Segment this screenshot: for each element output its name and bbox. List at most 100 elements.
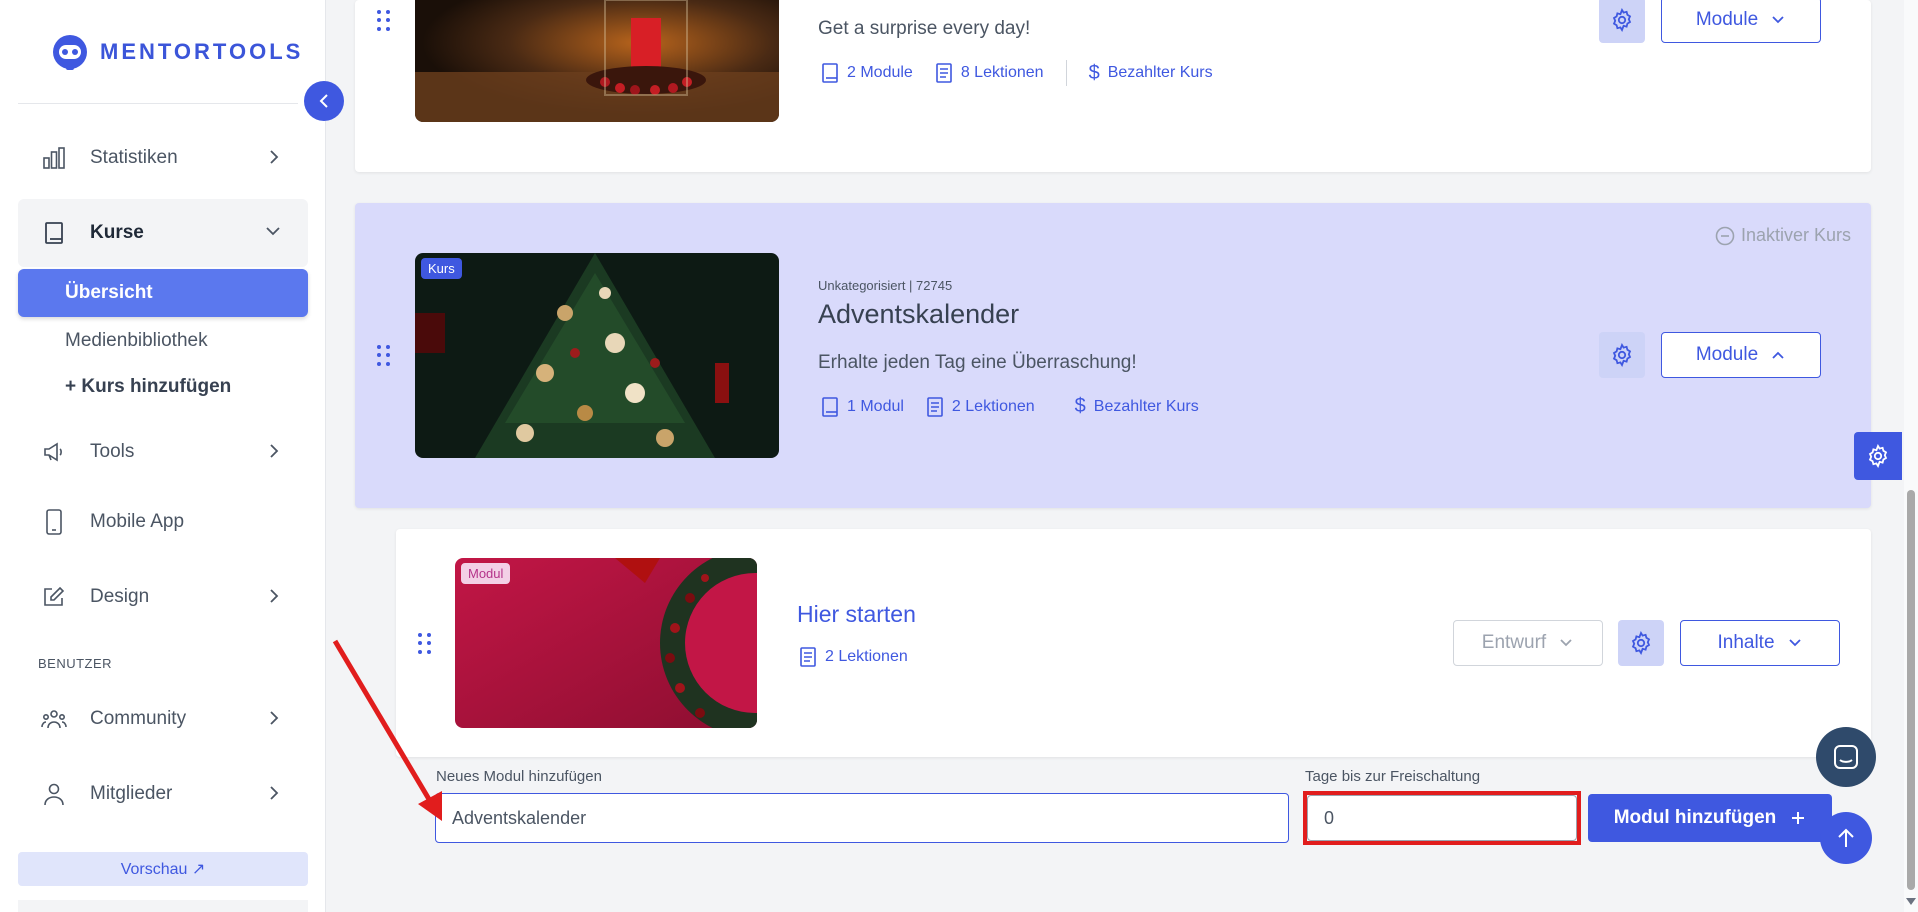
- unlock-days-input[interactable]: [1307, 795, 1577, 841]
- sidebar-item-community[interactable]: Community: [18, 685, 308, 753]
- sidebar-item-mobile-app[interactable]: Mobile App: [18, 488, 308, 556]
- course-modules-button[interactable]: Module: [1661, 332, 1821, 378]
- chevron-down-icon: [1772, 16, 1784, 24]
- scrollbar-thumb[interactable]: [1907, 490, 1915, 890]
- course-modules-count: 1 Modul: [821, 396, 904, 417]
- sidebar-item-label: Kurse: [90, 222, 144, 243]
- sidebar-item-tools[interactable]: Tools: [18, 418, 308, 486]
- robot-logo-icon: [53, 35, 87, 70]
- brand-name: MENTORTOOLS: [100, 39, 304, 64]
- sidebar-item-label: Statistiken: [90, 147, 178, 168]
- dollar-icon: $: [1074, 395, 1086, 417]
- sidebar-item-statistiken[interactable]: Statistiken: [18, 124, 308, 192]
- book-icon: [822, 396, 838, 417]
- module-meta: 2 Lektionen: [799, 647, 930, 667]
- course-card: Get a surprise every day! 2 Module 8 Lek…: [355, 0, 1871, 172]
- sidebar-subitem-label: Übersicht: [65, 282, 153, 303]
- scroll-down-arrow-icon[interactable]: [1906, 898, 1916, 906]
- preview-button[interactable]: Vorschau ↗: [18, 852, 308, 886]
- module-status-dropdown[interactable]: Entwurf: [1453, 620, 1603, 666]
- module-contents-button[interactable]: Inhalte: [1680, 620, 1840, 666]
- sidebar-subitem-kurs-hinzufuegen[interactable]: + Kurs hinzufügen: [18, 363, 308, 411]
- floating-settings-button[interactable]: [1854, 432, 1902, 480]
- module-title[interactable]: Hier starten: [797, 601, 916, 628]
- sidebar-item-design[interactable]: Design: [18, 563, 308, 631]
- book-icon: [40, 219, 68, 247]
- sidebar-subitem-uebersicht[interactable]: Übersicht: [18, 269, 308, 317]
- chevron-left-icon: [319, 94, 328, 108]
- course-thumbnail[interactable]: Kurs: [415, 253, 779, 458]
- pencil-icon: [40, 583, 68, 611]
- gear-icon: [1631, 631, 1651, 655]
- scrollbar[interactable]: [1904, 0, 1918, 912]
- course-thumbnail[interactable]: [415, 0, 779, 122]
- chevron-right-icon: [270, 589, 279, 603]
- gear-icon: [1612, 343, 1632, 367]
- course-meta: 1 Modul 2 Lektionen $ Bezahlter Kurs: [821, 395, 1221, 418]
- course-lessons-count: 2 Lektionen: [926, 396, 1035, 417]
- drag-handle-icon[interactable]: [377, 345, 391, 367]
- module-badge: Modul: [461, 563, 511, 584]
- chat-button[interactable]: [1816, 727, 1876, 787]
- mobile-icon: [40, 508, 68, 536]
- module-settings-button[interactable]: [1618, 620, 1664, 666]
- annotation-arrow: [332, 639, 442, 821]
- course-modules-count: 2 Module: [821, 63, 913, 83]
- sidebar-subitem-label: Medienbibliothek: [65, 330, 208, 351]
- chevron-right-icon: [270, 150, 279, 164]
- preview-button-label: Vorschau ↗: [120, 861, 206, 878]
- course-category: Unkategorisiert | 72745: [818, 278, 953, 293]
- course-type-badge: Kurs: [421, 258, 462, 279]
- add-module-button[interactable]: Modul hinzufügen: [1588, 794, 1832, 842]
- sidebar-item-mitglieder[interactable]: Mitglieder: [18, 760, 308, 828]
- chevron-right-icon: [270, 786, 279, 800]
- chevron-right-icon: [270, 444, 279, 458]
- sidebar-item-label: Tools: [90, 441, 135, 462]
- divider: [18, 103, 298, 104]
- document-icon: [927, 396, 943, 417]
- course-status: Inaktiver Kurs: [1715, 225, 1851, 246]
- plus-icon: [1792, 812, 1805, 824]
- minus-circle-icon: [1715, 226, 1735, 245]
- scroll-to-top-button[interactable]: [1820, 812, 1872, 864]
- drag-handle-icon[interactable]: [377, 10, 391, 32]
- dollar-icon: $: [1088, 61, 1100, 84]
- course-modules-button[interactable]: Module: [1661, 0, 1821, 43]
- chevron-up-icon: [1772, 351, 1784, 359]
- candle-image: [415, 0, 779, 122]
- arrow-up-icon: [1838, 828, 1854, 847]
- sidebar-subitem-medienbibliothek[interactable]: Medienbibliothek: [18, 317, 308, 365]
- course-settings-button[interactable]: [1599, 0, 1645, 43]
- module-name-input[interactable]: [435, 793, 1289, 843]
- chevron-down-icon: [1560, 639, 1572, 647]
- gear-icon: [1612, 8, 1632, 32]
- section-label-benutzer: BENUTZER: [38, 656, 113, 671]
- christmas-tree-image: [415, 253, 779, 458]
- chat-icon: [1834, 745, 1858, 769]
- chevron-right-icon: [270, 711, 279, 725]
- sidebar-item-label: Mitglieder: [90, 783, 173, 804]
- course-type: $ Bezahlter Kurs: [1074, 395, 1199, 417]
- module-name-label: Neues Modul hinzufügen: [436, 768, 602, 785]
- course-title[interactable]: Adventskalender: [818, 299, 1019, 330]
- document-icon: [936, 63, 952, 83]
- chevron-down-icon: [1788, 639, 1801, 647]
- sidebar-footer: [18, 900, 308, 912]
- course-subtitle: Erhalte jeden Tag eine Überraschung!: [818, 352, 1137, 373]
- sidebar-item-label: Mobile App: [90, 511, 185, 532]
- megaphone-icon: [40, 438, 68, 466]
- meta-divider: [1065, 60, 1067, 86]
- gear-icon: [1868, 444, 1888, 468]
- book-icon: [822, 63, 838, 83]
- sidebar: MENTORTOOLS Statistiken Kurse Übersicht …: [0, 0, 326, 912]
- document-icon: [800, 647, 816, 667]
- bar-chart-icon: [40, 144, 68, 172]
- sidebar-item-kurse[interactable]: Kurse: [18, 199, 308, 267]
- module-card: Modul Hier starten 2 Lektionen Entwurf I…: [396, 529, 1871, 757]
- module-thumbnail[interactable]: Modul: [455, 558, 757, 728]
- brand-logo[interactable]: MENTORTOOLS: [50, 32, 303, 72]
- course-settings-button[interactable]: [1599, 332, 1645, 378]
- people-icon: [40, 705, 68, 733]
- collapse-sidebar-button[interactable]: [304, 81, 344, 121]
- user-icon: [40, 780, 68, 808]
